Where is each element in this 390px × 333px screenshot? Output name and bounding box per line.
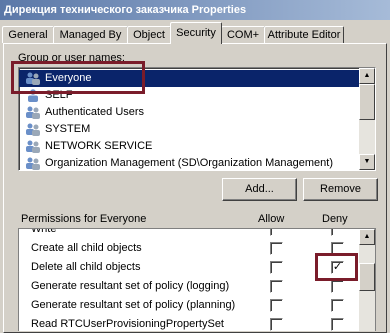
scroll-thumb[interactable] [359,263,375,291]
permissions-scrollbar[interactable]: ▲ [359,229,375,331]
deny-checkbox[interactable] [331,229,344,236]
permission-row-read-rtc: Read RTCUserProvisioningPropertySet [19,315,359,331]
allow-checkbox[interactable] [270,242,283,255]
tab-security[interactable]: Security [170,22,222,44]
permission-row-create-child: Create all child objects [19,239,359,257]
group-or-user-names-label: Group or user names: [18,52,125,64]
permission-name: Generate resultant set of policy (loggin… [31,280,230,292]
deny-column-header: Deny [322,213,348,225]
tab-object[interactable]: Object [127,26,171,43]
add-button[interactable]: Add... [222,178,297,201]
permission-row-rsop-planning: Generate resultant set of policy (planni… [19,296,359,314]
remove-button[interactable]: Remove [303,178,378,201]
user-item-network-service[interactable]: NETWORK SERVICE [19,138,359,155]
user-item-label: SYSTEM [45,123,91,135]
scroll-thumb[interactable] [359,84,375,120]
user-item-label: Everyone [45,72,92,84]
user-item-label: NETWORK SERVICE [45,140,153,152]
user-item-everyone[interactable]: Everyone [19,70,359,87]
allow-checkbox[interactable] [270,261,283,274]
user-icon [28,89,38,102]
scroll-down-icon[interactable]: ▼ [359,154,375,170]
allow-checkbox[interactable] [270,229,283,236]
tab-managed-by[interactable]: Managed By [53,26,128,43]
group-icon [26,123,40,136]
allow-column-header: Allow [258,213,285,225]
tab-attribute-editor[interactable]: Attribute Editor [264,26,344,43]
group-icon [26,72,40,85]
allow-checkbox[interactable] [270,318,283,331]
user-item-authenticated-users[interactable]: Authenticated Users [19,104,359,121]
group-icon [26,106,40,119]
permissions-header: Permissions for Everyone [21,213,147,225]
permission-name: Generate resultant set of policy (planni… [31,299,236,311]
user-item-organization-management[interactable]: Organization Management (SD\Organization… [19,155,359,170]
window-title: Дирекция технического заказчика Properti… [0,0,390,20]
user-item-system[interactable]: SYSTEM [19,121,359,138]
scroll-up-icon[interactable]: ▲ [359,68,375,84]
allow-checkbox[interactable] [270,280,283,293]
deny-checkbox-checked[interactable]: ✓ [331,261,344,274]
user-item-self[interactable]: SELF [19,87,359,104]
user-listbox[interactable]: Everyone SELF Authenticated Users SYSTEM… [18,67,376,171]
scroll-up-icon[interactable]: ▲ [359,229,375,245]
tab-com-plus[interactable]: COM+ [221,26,265,43]
permission-row-rsop-logging: Generate resultant set of policy (loggin… [19,277,359,295]
user-item-label: SELF [45,89,73,101]
deny-checkbox[interactable] [331,318,344,331]
permission-name: Create all child objects [31,242,142,254]
group-icon [26,157,40,170]
group-icon [26,140,40,153]
permission-name: Delete all child objects [31,261,141,273]
deny-checkbox[interactable] [331,299,344,312]
user-item-label: Organization Management (SD\Organization… [45,157,333,169]
deny-checkbox[interactable] [331,242,344,255]
permissions-list[interactable]: Write Create all child objects Delete al… [18,228,376,331]
allow-checkbox[interactable] [270,299,283,312]
tab-general[interactable]: General [2,26,54,43]
user-item-label: Authenticated Users [45,106,145,118]
tab-bar: General Managed By Object Security COM+ … [0,20,390,44]
permission-row-delete-child: Delete all child objects ✓ [19,258,359,276]
user-list-scrollbar[interactable]: ▲ ▼ [359,68,375,170]
permission-name: Write [31,228,57,235]
deny-checkbox[interactable] [331,280,344,293]
permission-row-write: Write [19,228,359,238]
permission-name: Read RTCUserProvisioningPropertySet [31,318,224,330]
